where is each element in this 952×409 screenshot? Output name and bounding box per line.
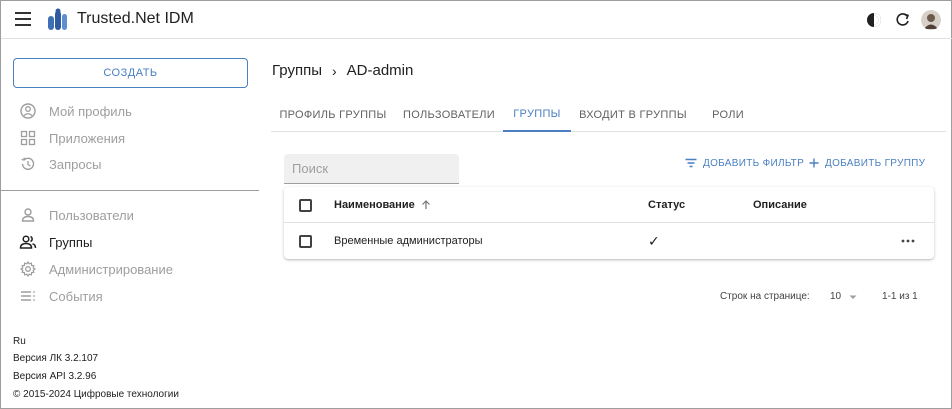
theme-toggle-icon[interactable] [864,10,884,30]
sidebar-item-groups[interactable]: Группы [19,231,92,253]
pagination-range: 1-1 из 1 [882,291,918,302]
tab-bar: ПРОФИЛЬ ГРУППЫ ПОЛЬЗОВАТЕЛИ ГРУППЫ ВХОДИ… [271,97,946,132]
column-header-status[interactable]: Статус [648,187,685,223]
list-icon [21,291,35,301]
app-logo [48,8,67,30]
sidebar-item-my-profile[interactable]: Мой профиль [19,100,132,122]
breadcrumb-current: AD-admin [346,62,414,79]
apps-grid-icon [20,130,36,146]
row-checkbox[interactable] [299,235,312,248]
groups-table: Наименование Статус Описание Временные а… [284,187,934,259]
top-app-bar: Trusted.Net IDM [1,1,952,39]
breadcrumb-separator: › [331,62,337,79]
rows-per-page-value: 10 [830,291,842,302]
sidebar-item-label: Мой профиль [49,103,132,119]
user-circle-icon [20,103,36,119]
rows-per-page-label: Строк на странице: [720,291,810,302]
add-filter-button[interactable]: ДОБАВИТЬ ФИЛЬТР [685,156,804,170]
version-api: Версия API 3.2.96 [13,371,97,382]
tab-users[interactable]: ПОЛЬЗОВАТЕЛИ [395,97,503,132]
gear-icon [19,260,37,278]
tab-roles[interactable]: РОЛИ [695,97,761,132]
search-input[interactable] [284,154,459,183]
sidebar-divider [1,190,259,191]
version-lk: Версия ЛК 3.2.107 [13,353,99,364]
filter-icon [685,158,697,168]
refresh-icon[interactable] [893,10,913,30]
sidebar-item-apps[interactable]: Приложения [19,127,125,149]
rows-per-page-select[interactable]: 10 [830,291,858,302]
sidebar: СОЗДАТЬ Мой профиль Приложения Запросы П… [1,40,259,409]
menu-icon[interactable] [15,12,31,26]
user-icon [21,208,35,222]
sidebar-item-administration[interactable]: Администрирование [19,258,173,280]
column-header-name[interactable]: Наименование [334,187,432,223]
table-header-row: Наименование Статус Описание [284,187,934,223]
plus-icon [809,158,819,168]
sidebar-item-label: Администрирование [49,261,173,277]
add-group-button[interactable]: ДОБАВИТЬ ГРУППУ [809,156,925,170]
column-header-description[interactable]: Описание [753,187,807,223]
search-field[interactable] [284,154,459,184]
history-icon [21,157,35,170]
dropdown-arrow-icon [849,295,857,299]
status-check-icon: ✓ [648,232,660,249]
more-actions-icon[interactable] [900,235,916,247]
breadcrumb-parent[interactable]: Группы [272,62,322,79]
sidebar-item-label: Пользователи [49,207,134,223]
sidebar-item-label: События [49,288,103,304]
select-all-checkbox[interactable] [299,199,312,212]
copyright: © 2015-2024 Цифровые технологии [13,389,179,400]
add-group-label: ДОБАВИТЬ ГРУППУ [825,157,926,169]
sidebar-item-users[interactable]: Пользователи [19,204,134,226]
sidebar-item-events[interactable]: События [19,285,103,307]
tab-group-profile[interactable]: ПРОФИЛЬ ГРУППЫ [271,97,395,132]
tab-member-of[interactable]: ВХОДИТ В ГРУППЫ [571,97,695,132]
user-avatar[interactable] [921,10,941,30]
add-filter-label: ДОБАВИТЬ ФИЛЬТР [703,157,805,169]
tab-groups[interactable]: ГРУППЫ [503,97,571,132]
sort-ascending-icon [421,200,430,209]
sidebar-item-label: Приложения [49,130,126,146]
sidebar-item-label: Группы [49,234,93,250]
table-row[interactable]: Временные администраторы ✓ [284,223,934,259]
create-button[interactable]: СОЗДАТЬ [13,58,248,88]
app-window: Trusted.Net IDM СОЗДАТЬ Мой профиль Прил… [0,0,952,409]
language-selector[interactable]: Ru [13,336,26,347]
app-title: Trusted.Net IDM [77,10,194,27]
sidebar-item-requests[interactable]: Запросы [19,153,101,175]
group-icon [19,235,37,249]
group-name-cell: Временные администраторы [334,235,483,247]
sidebar-item-label: Запросы [49,156,102,172]
breadcrumb: Группы › AD-admin [272,62,413,79]
